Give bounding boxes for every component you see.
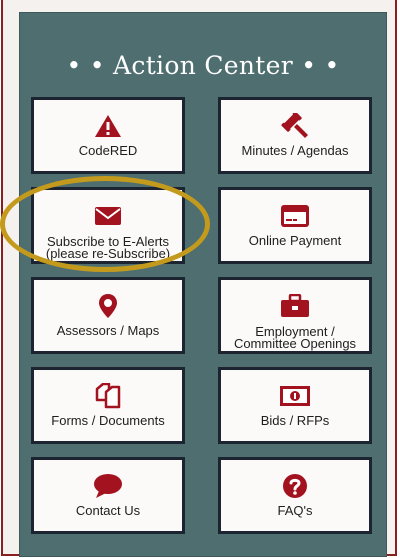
- tile-label: Minutes / Agendas: [241, 143, 349, 158]
- briefcase-icon: [221, 293, 369, 319]
- bids-rfps-tile[interactable]: Bids / RFPs: [218, 367, 372, 444]
- money-bill-icon: [221, 383, 369, 409]
- speech-bubble-icon: [34, 473, 182, 499]
- gavel-icon: [221, 113, 369, 139]
- action-center-title: • • Action Center • •: [66, 51, 340, 80]
- tile-label: Bids / RFPs: [260, 413, 330, 428]
- action-center-panel: • • Action Center • • CodeRED Minutes / …: [19, 12, 387, 557]
- tile-label-line-2: (please re-Subscribe): [45, 246, 171, 261]
- tile-label: FAQ's: [277, 503, 313, 518]
- tile-label-line-2: Committee Openings: [233, 336, 357, 351]
- tile-label: Contact Us: [75, 503, 141, 518]
- warning-triangle-icon: [34, 113, 182, 139]
- online-payment-tile[interactable]: Online Payment: [218, 187, 372, 264]
- coderead-tile[interactable]: CodeRED: [31, 97, 185, 174]
- envelope-icon: [34, 203, 182, 229]
- documents-icon: [34, 383, 182, 409]
- tile-label: Online Payment: [248, 233, 342, 248]
- minutes-agendas-tile[interactable]: Minutes / Agendas: [218, 97, 372, 174]
- credit-card-icon: [221, 203, 369, 229]
- map-marker-icon: [34, 293, 182, 319]
- contact-us-tile[interactable]: Contact Us: [31, 457, 185, 534]
- tile-label: CodeRED: [78, 143, 138, 158]
- question-circle-icon: [221, 473, 369, 499]
- assessors-maps-tile[interactable]: Assessors / Maps: [31, 277, 185, 354]
- tile-label: Assessors / Maps: [56, 323, 160, 338]
- forms-documents-tile[interactable]: Forms / Documents: [31, 367, 185, 444]
- subscribe-e-alerts-tile[interactable]: Subscribe to E-Alerts (please re-Subscri…: [31, 187, 185, 264]
- tile-label: Forms / Documents: [51, 413, 165, 428]
- employment-committee-tile[interactable]: Employment / Committee Openings: [218, 277, 372, 354]
- faqs-tile[interactable]: FAQ's: [218, 457, 372, 534]
